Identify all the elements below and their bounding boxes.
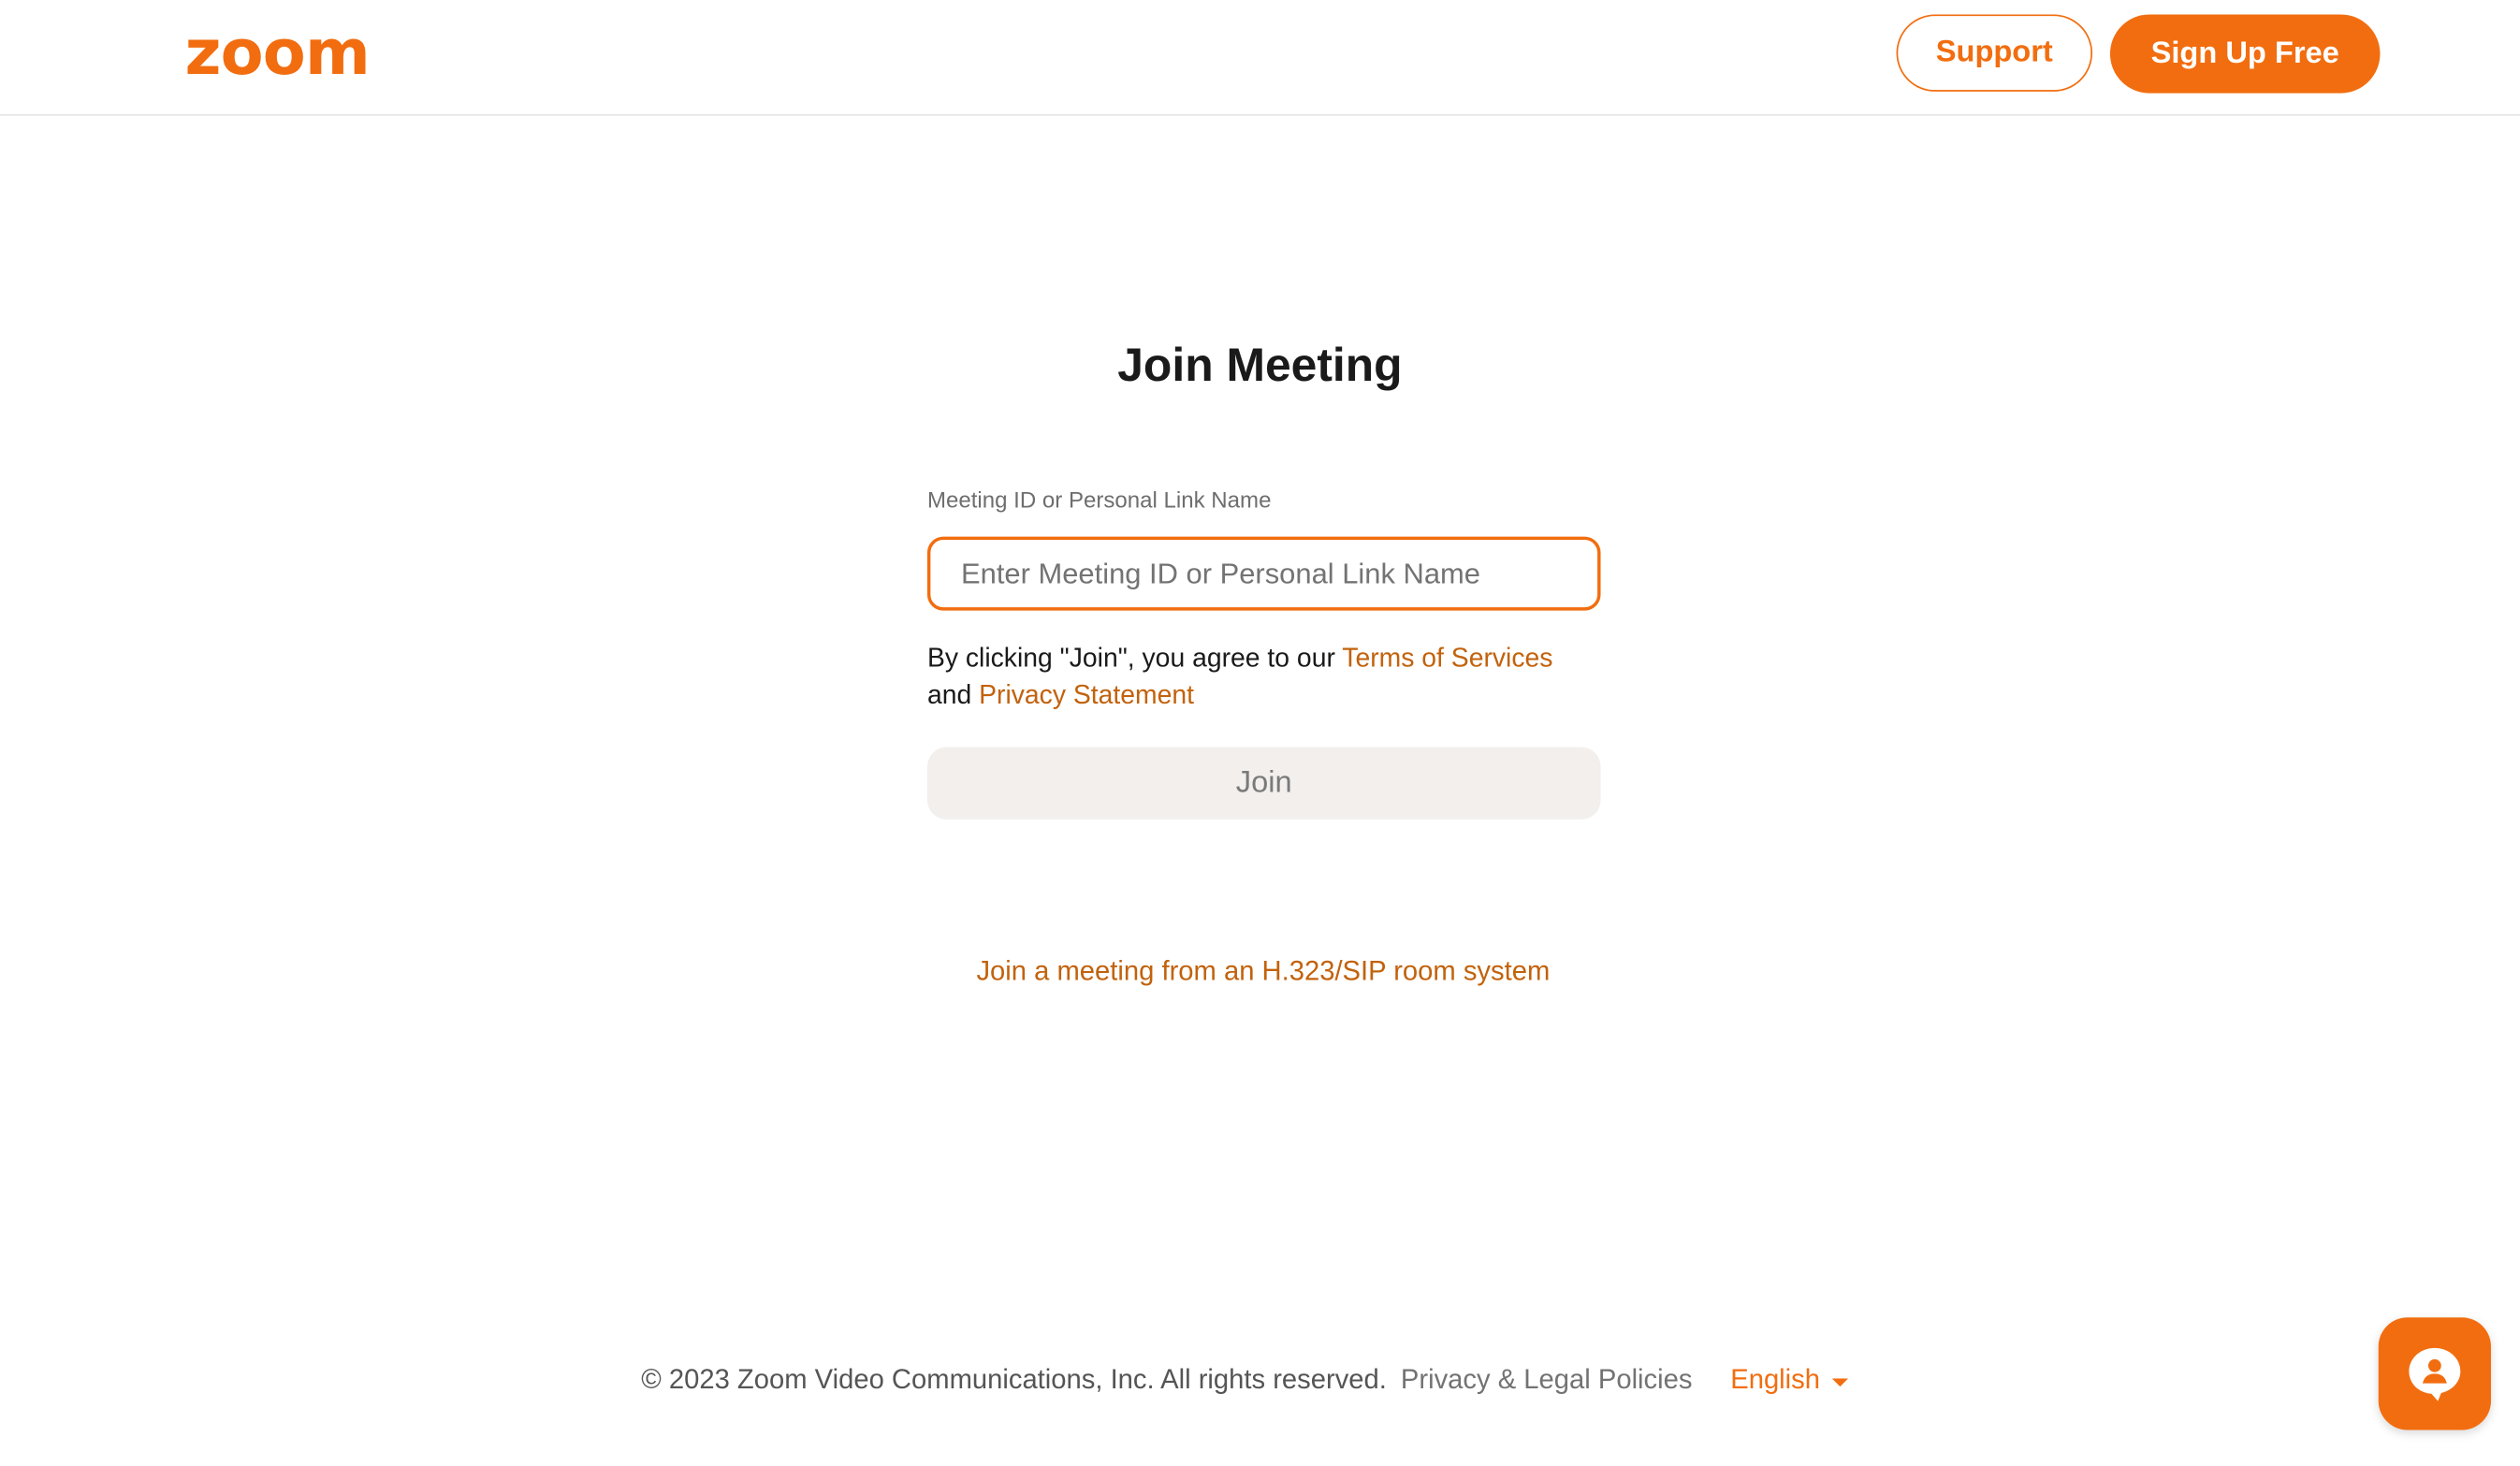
page-title: Join Meeting [1117,341,1403,393]
join-button[interactable]: Join [926,747,1601,820]
agreement-text: By clicking "Join", you agree to our Ter… [927,641,1618,715]
sip-room-system-link-text[interactable]: Join a meeting from an H.323/SIP room sy… [976,956,1550,987]
sign-up-free-button[interactable]: Sign Up Free [2109,14,2381,94]
privacy-statement-link[interactable]: Privacy Statement [979,681,1194,710]
language-label: English [1730,1364,1821,1395]
copyright-text: © 2023 Zoom Video Communications, Inc. A… [641,1364,1387,1395]
language-selector[interactable]: English [1730,1364,1848,1396]
chat-support-button[interactable] [2378,1317,2491,1430]
support-button[interactable]: Support [1896,14,2093,92]
footer: © 2023 Zoom Video Communications, Inc. A… [641,1364,1848,1396]
privacy-legal-policies-link[interactable]: Privacy & Legal Policies [1401,1364,1693,1395]
meeting-id-input-wrapper[interactable] [926,536,1601,611]
page: zoom Support Sign Up Free Join Meeting M… [0,0,2520,1466]
top-header: zoom Support Sign Up Free [0,0,2520,116]
zoom-logo[interactable]: zoom [185,19,371,91]
meeting-id-label: Meeting ID or Personal Link Name [926,486,1272,513]
chat-support-icon [2409,1347,2461,1401]
meeting-id-input[interactable] [930,540,1572,608]
agreement-prefix: By clicking "Join", you agree to our [926,644,1343,674]
agreement-and: and [926,681,980,711]
terms-of-services-link[interactable]: Terms of Services [1342,645,1552,674]
caret-down-icon [1831,1377,1848,1386]
sip-room-system-link[interactable]: Join a meeting from an H.323/SIP room sy… [0,956,2520,988]
